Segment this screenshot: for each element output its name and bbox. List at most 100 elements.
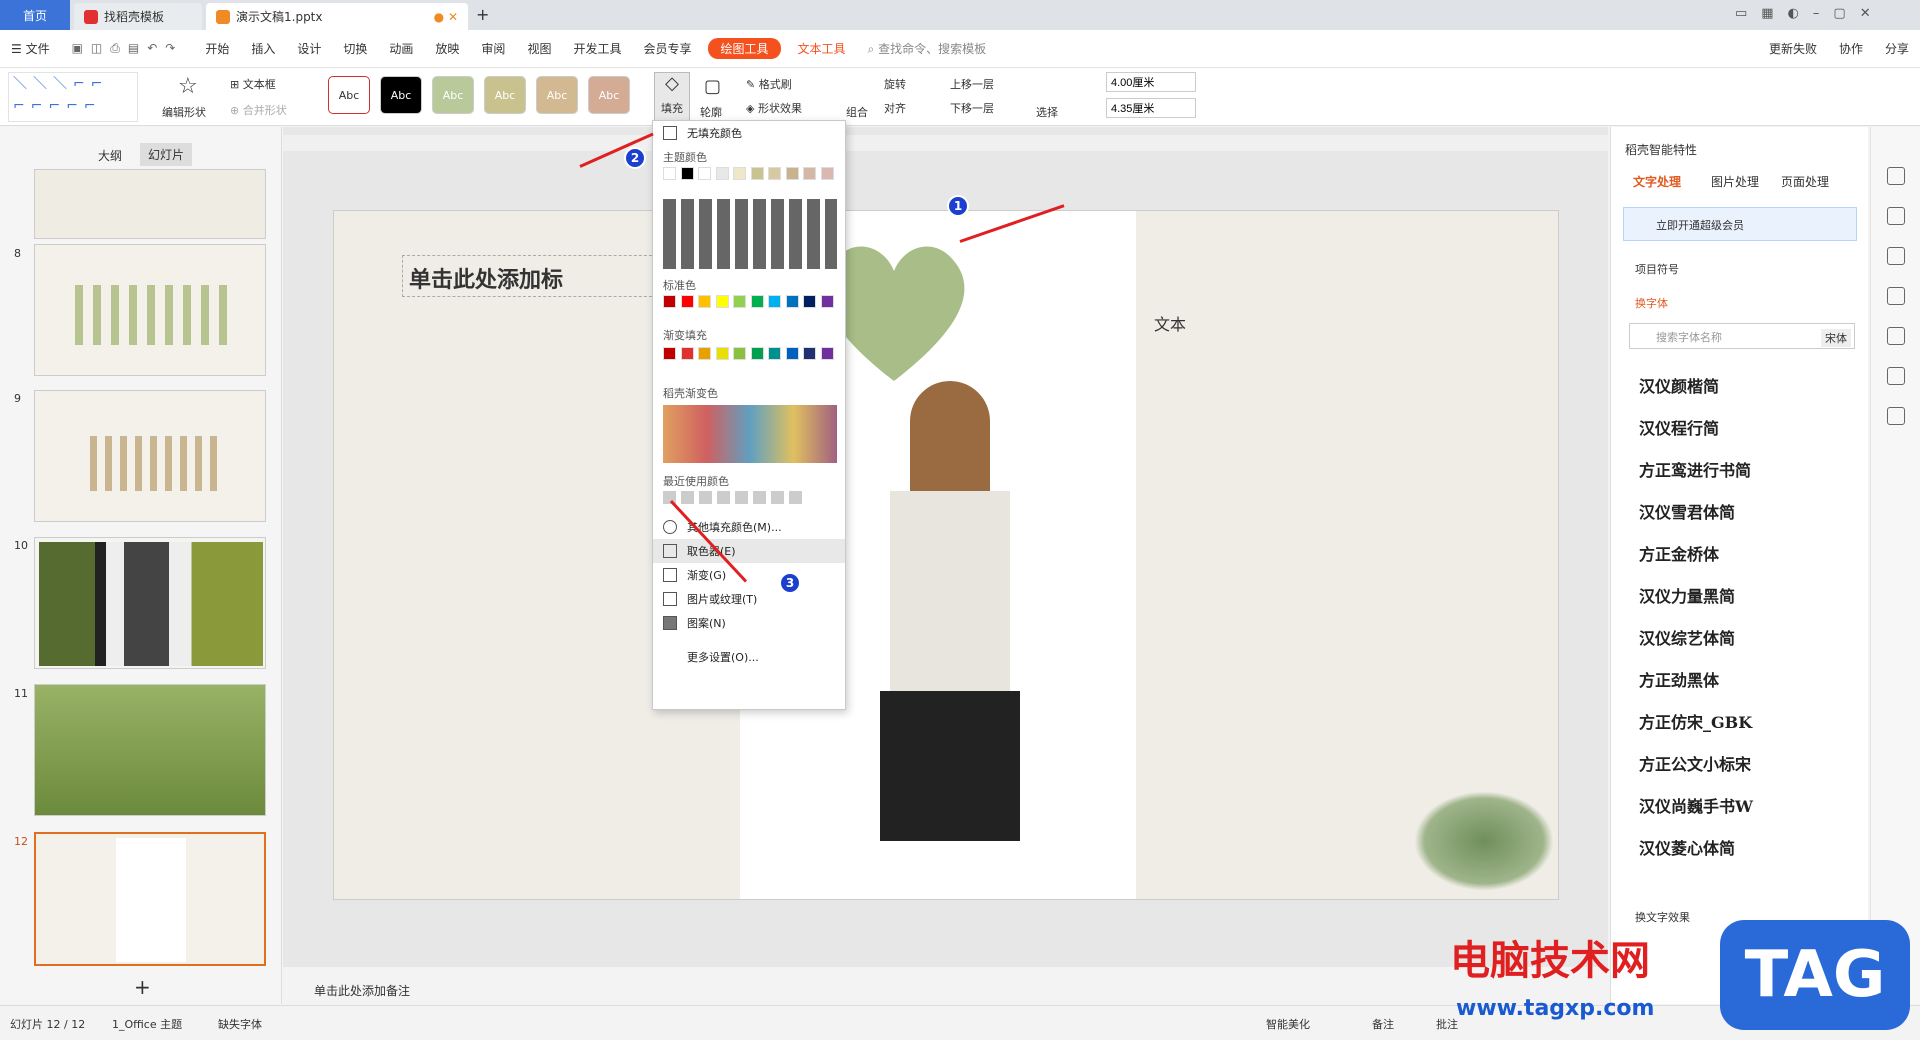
more-colors-item[interactable]: 其他填充颜色(M)... bbox=[653, 515, 845, 539]
text-effect-section[interactable]: 换文字效果 bbox=[1635, 909, 1690, 925]
outline-icon[interactable]: ▢ bbox=[704, 76, 721, 97]
shape-effect-button[interactable]: ◈ 形状效果 bbox=[746, 100, 802, 116]
color-swatch[interactable] bbox=[698, 295, 711, 308]
tab-page-processing[interactable]: 页面处理 bbox=[1781, 173, 1829, 190]
color-swatch[interactable] bbox=[768, 295, 781, 308]
tab-template[interactable]: 找稻壳模板 bbox=[74, 3, 202, 30]
tab-document[interactable]: 演示文稿1.pptx ● ✕ bbox=[206, 3, 468, 30]
change-font-section[interactable]: 换字体 bbox=[1635, 295, 1668, 311]
font-item[interactable]: 汉仪程行简 bbox=[1639, 415, 1719, 439]
more-settings-item[interactable]: 更多设置(O)... bbox=[653, 645, 845, 669]
color-swatch[interactable] bbox=[680, 295, 694, 308]
share-button[interactable]: 分享 bbox=[1874, 40, 1920, 57]
menu-transition[interactable]: 切换 bbox=[332, 40, 378, 57]
color-swatch[interactable] bbox=[820, 167, 834, 180]
edit-shape-icon[interactable]: ☆ bbox=[178, 74, 198, 99]
bring-forward-button[interactable]: 上移一层 bbox=[950, 76, 994, 92]
menu-member[interactable]: 会员专享 bbox=[632, 40, 702, 57]
slide-thumb-12[interactable] bbox=[34, 832, 266, 966]
notes-placeholder[interactable]: 单击此处添加备注 bbox=[314, 982, 410, 999]
menu-animation[interactable]: 动画 bbox=[378, 40, 424, 57]
color-swatch[interactable] bbox=[680, 347, 694, 360]
smart-beautify[interactable]: 智能美化 bbox=[1266, 1016, 1310, 1032]
current-font-badge[interactable]: 宋体 bbox=[1821, 329, 1851, 347]
color-swatch[interactable] bbox=[803, 167, 816, 180]
tab-outline[interactable]: 大纲 bbox=[98, 147, 122, 164]
group-button[interactable]: 组合 bbox=[846, 104, 868, 120]
update-status[interactable]: 更新失败 bbox=[1758, 40, 1828, 57]
tab-home[interactable]: 首页 bbox=[0, 0, 70, 30]
font-item[interactable]: 汉仪综艺体简 bbox=[1639, 625, 1735, 649]
color-swatch[interactable] bbox=[733, 295, 746, 308]
style-white[interactable]: Abc bbox=[328, 76, 370, 114]
font-item[interactable]: 方正劲黑体 bbox=[1639, 667, 1719, 691]
slide-thumb-10[interactable] bbox=[34, 537, 266, 669]
color-swatch[interactable] bbox=[663, 347, 676, 360]
font-item[interactable]: 汉仪雪君体简 bbox=[1639, 499, 1735, 523]
color-swatch[interactable] bbox=[715, 295, 729, 308]
menu-drawing-tools[interactable]: 绘图工具 bbox=[708, 38, 781, 59]
color-swatch[interactable] bbox=[803, 295, 816, 308]
text-placeholder[interactable]: 文本 bbox=[1154, 311, 1186, 335]
menu-file[interactable]: ☰ 文件 bbox=[0, 40, 61, 57]
slide-thumb-7[interactable] bbox=[34, 169, 266, 239]
textbox-button[interactable]: ⊞ 文本框 bbox=[230, 76, 276, 92]
vip-banner[interactable]: 立即开通超级会员 bbox=[1623, 207, 1857, 241]
color-swatch[interactable] bbox=[820, 347, 834, 360]
location-icon[interactable] bbox=[1887, 367, 1905, 385]
theme-name[interactable]: 1_Office 主题 bbox=[112, 1016, 182, 1032]
color-swatch[interactable] bbox=[733, 167, 746, 180]
menu-view[interactable]: 视图 bbox=[516, 40, 562, 57]
color-swatch[interactable] bbox=[785, 295, 799, 308]
slide-thumb-9[interactable] bbox=[34, 390, 266, 522]
settings-sliders-icon[interactable] bbox=[1887, 207, 1905, 225]
format-painter-button[interactable]: ✎ 格式刷 bbox=[746, 76, 792, 92]
daoke-gradient-grid[interactable] bbox=[663, 405, 837, 463]
pattern-item[interactable]: 图案(N) bbox=[653, 611, 845, 635]
font-item[interactable]: 方正鸾进行书简 bbox=[1639, 457, 1751, 481]
height-input[interactable] bbox=[1106, 98, 1196, 118]
style-black[interactable]: Abc bbox=[380, 76, 422, 114]
font-item[interactable]: 方正公文小标宋 bbox=[1639, 751, 1751, 775]
missing-font[interactable]: 缺失字体 bbox=[218, 1016, 262, 1032]
menu-text-tools[interactable]: 文本工具 bbox=[787, 40, 857, 57]
send-backward-button[interactable]: 下移一层 bbox=[950, 100, 994, 116]
image-icon[interactable] bbox=[1887, 327, 1905, 345]
add-slide-button[interactable]: + bbox=[134, 975, 151, 999]
menu-design[interactable]: 设计 bbox=[286, 40, 332, 57]
font-item[interactable]: 汉仪力量黑简 bbox=[1639, 583, 1735, 607]
outline-label[interactable]: 轮廓 bbox=[700, 104, 722, 120]
new-tab-icon[interactable]: + bbox=[476, 5, 489, 24]
color-swatch[interactable] bbox=[715, 167, 729, 180]
eyedropper-item[interactable]: 取色器(E) bbox=[653, 539, 845, 563]
picture-texture-item[interactable]: 图片或纹理(T) bbox=[653, 587, 845, 611]
style-tan[interactable]: Abc bbox=[536, 76, 578, 114]
color-swatch[interactable] bbox=[663, 295, 676, 308]
style-green[interactable]: Abc bbox=[432, 76, 474, 114]
collab-button[interactable]: 协作 bbox=[1828, 40, 1874, 57]
rotate-button[interactable]: 旋转 bbox=[884, 76, 906, 92]
color-swatch[interactable] bbox=[680, 167, 694, 180]
font-item[interactable]: 方正仿宋_GBK bbox=[1639, 709, 1752, 733]
ai-icon[interactable] bbox=[1887, 167, 1905, 185]
font-item[interactable]: 汉仪菱心体简 bbox=[1639, 835, 1735, 859]
menu-slideshow[interactable]: 放映 bbox=[424, 40, 470, 57]
font-item[interactable]: 汉仪尚巍手书W bbox=[1639, 793, 1753, 817]
color-swatch[interactable] bbox=[750, 347, 764, 360]
search-command[interactable]: ⌕ 查找命令、搜索模板 bbox=[857, 40, 998, 57]
align-button[interactable]: 对齐 bbox=[884, 100, 906, 116]
font-item[interactable]: 方正金桥体 bbox=[1639, 541, 1719, 565]
line-shapes-gallery[interactable]: ＼＼＼⌐⌐ ⌐⌐⌐⌐⌐ bbox=[8, 72, 138, 122]
color-swatch[interactable] bbox=[785, 347, 799, 360]
fill-button[interactable]: ◇ 填充 bbox=[654, 72, 690, 122]
color-swatch[interactable] bbox=[803, 347, 816, 360]
color-swatch[interactable] bbox=[820, 295, 834, 308]
color-swatch[interactable] bbox=[768, 347, 781, 360]
menu-insert[interactable]: 插入 bbox=[240, 40, 286, 57]
slide-thumb-11[interactable] bbox=[34, 684, 266, 816]
style-olive[interactable]: Abc bbox=[484, 76, 526, 114]
title-placeholder[interactable]: 单击此处添加标 bbox=[402, 255, 662, 297]
width-input[interactable] bbox=[1106, 72, 1196, 92]
tab-text-processing[interactable]: 文字处理 bbox=[1633, 173, 1681, 190]
color-swatch[interactable] bbox=[750, 167, 764, 180]
